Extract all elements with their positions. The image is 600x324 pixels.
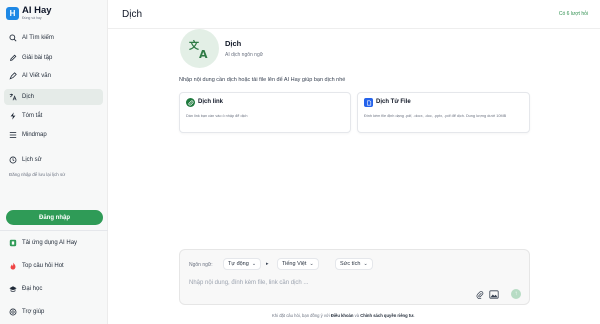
privacy-link[interactable]: Chính sách quyền riêng tư. (360, 313, 414, 318)
source-language-value: Tự động (228, 261, 249, 267)
app-name: AI Hay (22, 5, 52, 16)
intro-text: Nhập nội dung cần dịch hoặc tải file lên… (179, 77, 346, 83)
card-title: Dịch Tử File (376, 99, 411, 105)
header-divider (108, 28, 600, 29)
style-value: Sức tích (340, 261, 361, 267)
target-language-select[interactable]: Tiếng Việt ⌄ (277, 258, 319, 270)
app-tagline: Đúng và hay (22, 15, 42, 20)
pen-icon (8, 72, 17, 81)
app-download-icon (8, 239, 17, 248)
translate-link-card[interactable]: Dịch link Dán link bạn cần vào ô nhập để… (179, 92, 351, 133)
sidebar-item-label: Tải ứng dụng AI Hay (22, 240, 78, 246)
chevron-down-icon: ⌄ (363, 261, 368, 267)
sidebar-item-top-hot[interactable]: Top câu hỏi Hot (4, 258, 103, 274)
help-icon (8, 308, 17, 317)
logo-mark-icon: H (6, 6, 19, 20)
clock-icon (8, 156, 17, 165)
sidebar-item-ai-search[interactable]: AI Tìm kiếm (4, 30, 103, 46)
sidebar-item-label: Dịch (22, 94, 35, 100)
sidebar-item-label: AI Viết văn (22, 73, 51, 79)
sidebar-item-summary[interactable]: Tóm tắt (4, 108, 103, 124)
translate-hero-icon: 文 A (180, 29, 219, 68)
chevron-down-icon: ⌄ (309, 261, 314, 267)
target-language-value: Tiếng Việt (282, 261, 307, 267)
translate-input[interactable]: Nhập nội dung, đính kèm file, link cần d… (189, 280, 308, 286)
sidebar-item-label: Trợ giúp (22, 309, 45, 315)
sidebar-item-translate[interactable]: Dịch (4, 89, 103, 105)
translate-file-card[interactable]: Dịch Tử File Đính kèm file định dạng .pd… (357, 92, 530, 133)
sidebar-item-mindmap[interactable]: Mindmap (4, 127, 103, 143)
style-select[interactable]: Sức tích ⌄ (335, 258, 373, 270)
card-desc: Dán link bạn cần vào ô nhập để dịch (186, 114, 248, 118)
sidebar: H AI Hay Đúng và hay AI Tìm kiếm Giải bà… (0, 0, 108, 324)
login-button[interactable]: Đăng nhập (6, 210, 103, 225)
arrow-right-icon[interactable]: ▸ (266, 261, 269, 267)
sidebar-item-label: Đại học (22, 286, 43, 292)
sidebar-item-ai-writing[interactable]: AI Viết văn (4, 68, 103, 84)
search-icon (8, 34, 17, 43)
chevron-down-icon: ⌄ (251, 261, 257, 267)
translate-composer: Ngôn ngữ: Tự động ⌄ ▸ Tiếng Việt ⌄ Sức t… (179, 249, 530, 305)
image-icon[interactable] (489, 290, 499, 299)
sidebar-item-label: Mindmap (22, 132, 47, 138)
sidebar-item-label: Top câu hỏi Hot (22, 263, 64, 269)
svg-text:A: A (199, 48, 208, 59)
terms-link[interactable]: Điều khoản (331, 313, 354, 318)
sidebar-item-help[interactable]: Trợ giúp (4, 304, 103, 320)
card-title: Dịch link (198, 99, 224, 105)
hero-subtitle: AI dịch ngôn ngữ (225, 52, 264, 58)
link-icon (186, 98, 195, 107)
pencil-icon (8, 54, 17, 63)
sidebar-item-label: Giải bài tập (22, 55, 53, 61)
file-icon (364, 98, 373, 107)
sidebar-item-label: AI Tìm kiếm (22, 35, 54, 41)
graduation-cap-icon (8, 285, 17, 294)
page-title: Dịch (122, 9, 143, 20)
sidebar-item-history[interactable]: Lịch sử (4, 152, 103, 168)
sidebar-divider (0, 230, 108, 231)
sidebar-item-homework[interactable]: Giải bài tập (4, 50, 103, 66)
card-desc: Đính kèm file định dạng .pdf, .docx, .do… (364, 114, 507, 118)
paperclip-icon[interactable] (475, 290, 484, 299)
lightning-icon (8, 112, 17, 121)
sidebar-item-label: Tóm tắt (22, 113, 43, 119)
remaining-questions-link[interactable]: Có 6 lượt hỏi (559, 11, 588, 17)
send-button[interactable]: ↑ (511, 289, 521, 299)
terms-note: Khi đặt câu hỏi, bạn đồng ý với Điều kho… (272, 313, 415, 318)
sidebar-item-university[interactable]: Đại học (4, 281, 103, 297)
mindmap-icon (8, 131, 17, 140)
fire-icon (8, 262, 17, 271)
history-login-note: Đăng nhập để lưu lại lịch sử (9, 172, 66, 177)
app-logo[interactable]: H AI Hay Đúng và hay (6, 6, 52, 20)
language-label: Ngôn ngữ: (189, 262, 213, 268)
sidebar-item-label: Lịch sử (22, 157, 42, 163)
translate-icon (8, 93, 17, 102)
hero-title: Dịch (225, 39, 242, 48)
sidebar-item-download-app[interactable]: Tải ứng dụng AI Hay (4, 235, 103, 251)
source-language-select[interactable]: Tự động ⌄ (223, 258, 262, 270)
